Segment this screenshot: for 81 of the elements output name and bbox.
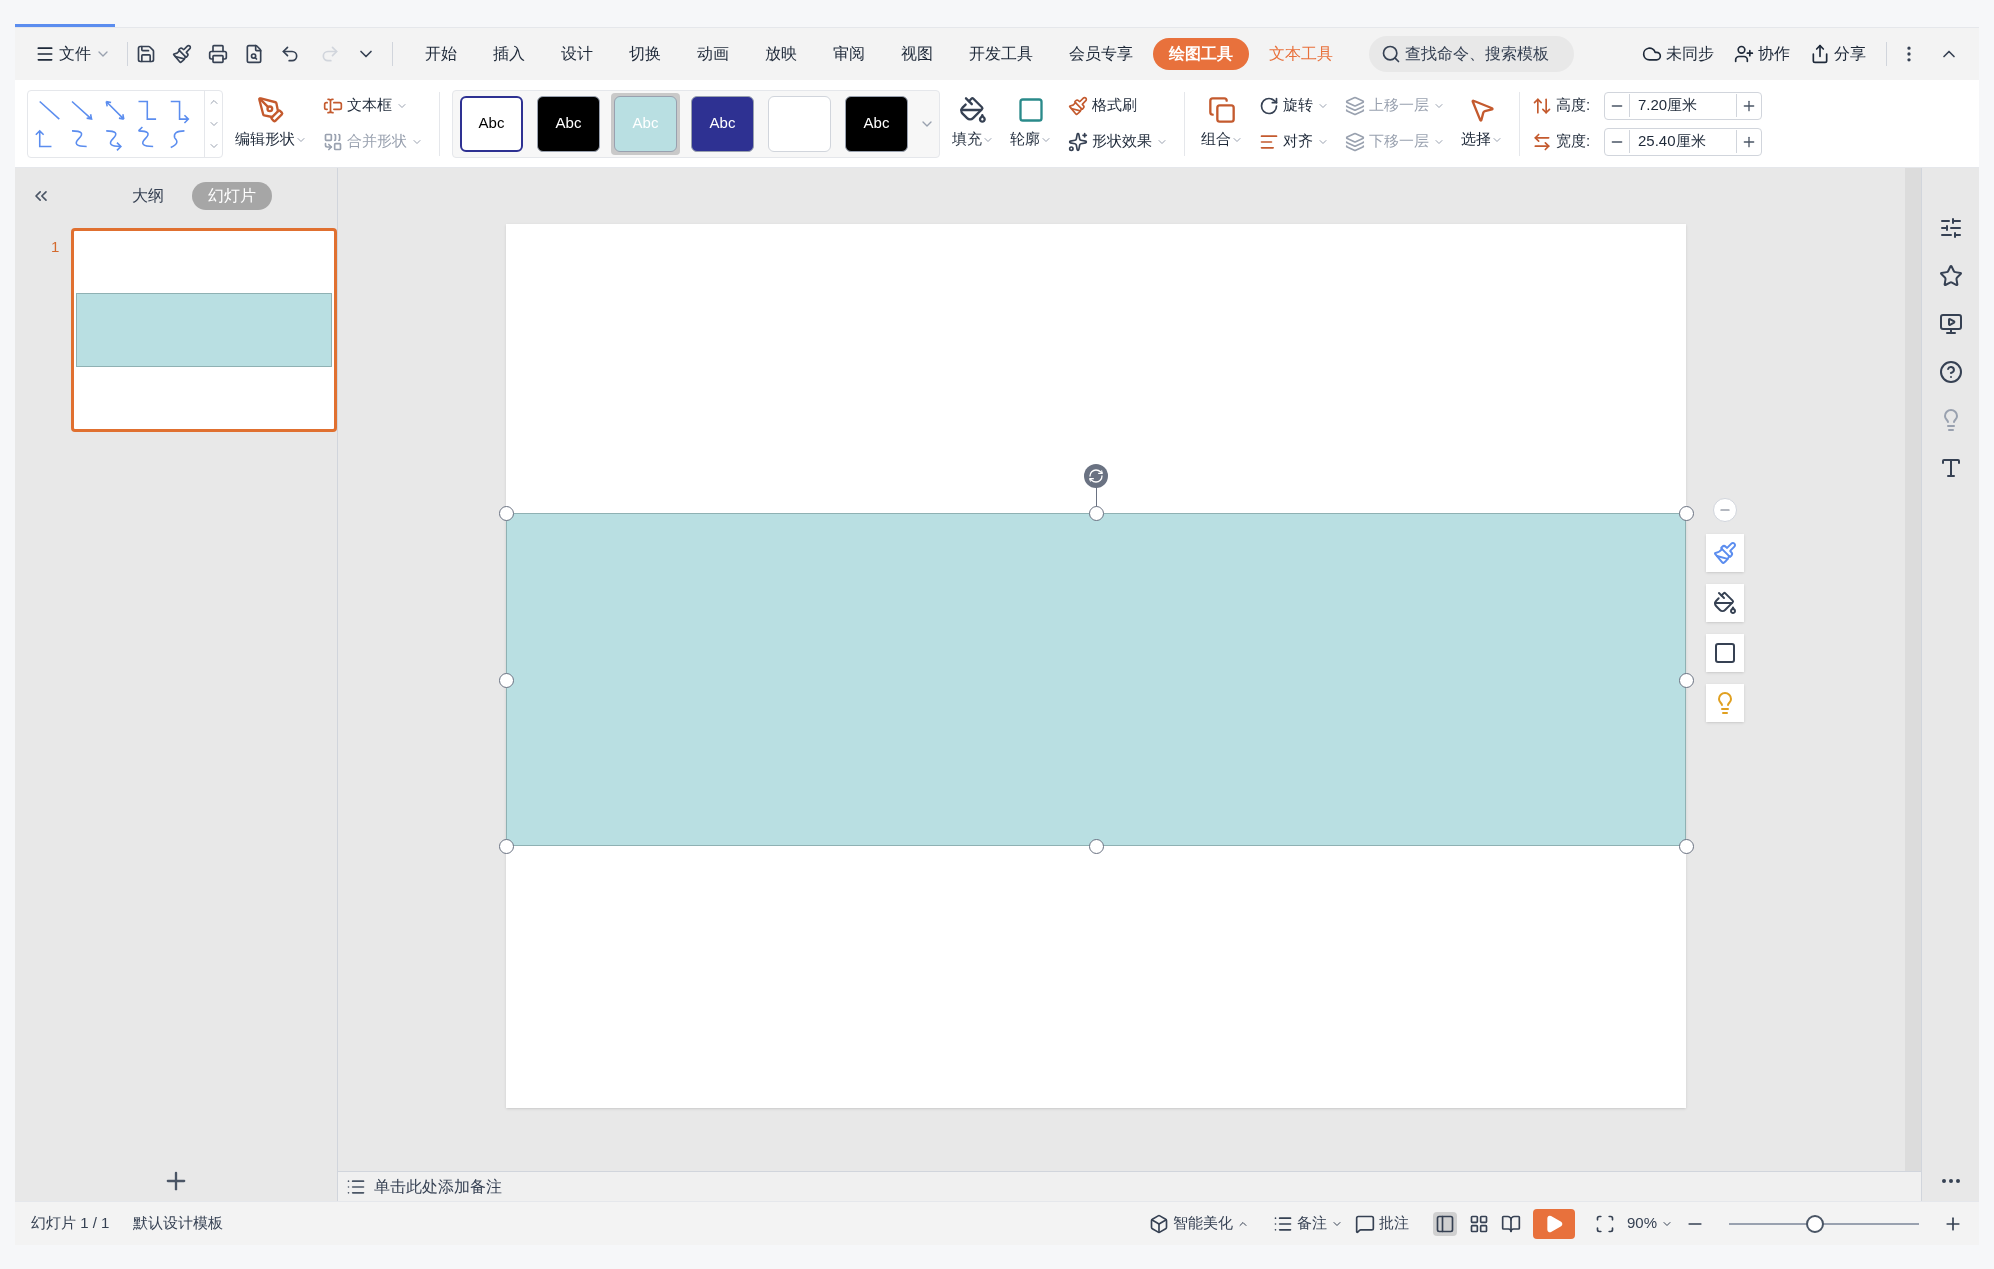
add-user-icon (1734, 44, 1754, 64)
slide-thumbnail[interactable] (71, 228, 337, 432)
style-brush-icon[interactable] (1713, 541, 1737, 565)
play-button[interactable] (1532, 1208, 1575, 1239)
ribbon-tab[interactable]: 视图 (885, 38, 949, 70)
fill-bucket-icon[interactable] (1713, 591, 1737, 615)
horizontal-arrows-icon (1532, 131, 1552, 152)
slide-number: 1 (51, 237, 60, 257)
size-label: 宽度: (1556, 131, 1592, 152)
comments-button[interactable]: 批注 (1354, 1212, 1409, 1235)
size-field[interactable]: 25.40厘米 (1604, 127, 1762, 156)
notes-prompt[interactable]: 单击此处添加备注 (374, 1174, 502, 1199)
pen-icon (257, 96, 285, 125)
layers-icon (1345, 131, 1365, 152)
sparkles-icon (1068, 131, 1088, 152)
preview-icon[interactable] (244, 44, 264, 64)
header-action[interactable]: 未同步 (1634, 42, 1722, 66)
settings-icon[interactable] (1938, 216, 1963, 240)
outline-square-icon[interactable] (1713, 641, 1737, 665)
fill-button[interactable]: 填充 (948, 96, 998, 151)
vertical-scrollbar[interactable] (1905, 168, 1921, 1171)
ribbon-tab[interactable]: 开始 (409, 38, 473, 70)
reading-view-icon[interactable] (1500, 1213, 1521, 1234)
merge-icon (323, 131, 343, 152)
comment-icon (1354, 1213, 1375, 1234)
ribbon-tab[interactable]: 插入 (477, 38, 541, 70)
shape-style-swatch[interactable]: Abc (691, 95, 754, 152)
star-icon[interactable] (1938, 264, 1963, 288)
shape-style-swatch[interactable]: Abc (537, 95, 600, 152)
undo-icon[interactable] (280, 44, 300, 64)
ribbon-tab[interactable]: 开发工具 (953, 38, 1049, 70)
grid-view-icon[interactable] (1468, 1213, 1489, 1234)
menu-icon (35, 44, 55, 64)
ribbon-tab[interactable]: 切换 (613, 38, 677, 70)
cube-icon (1148, 1213, 1169, 1234)
template-name[interactable]: 默认设计模板 (133, 1212, 224, 1235)
paint-bucket-icon (959, 96, 987, 125)
ribbon-tab[interactable]: 放映 (749, 38, 813, 70)
fit-icon[interactable] (1594, 1213, 1615, 1234)
ribbon-tab[interactable]: 动画 (681, 38, 745, 70)
search-icon (1381, 44, 1401, 64)
edit-shape-button[interactable]: 编辑形状 (231, 96, 311, 151)
share-icon (1810, 44, 1830, 64)
save-icon[interactable] (136, 44, 156, 64)
header-action[interactable]: 分享 (1802, 42, 1874, 66)
group-button[interactable]: 组合 (1197, 96, 1247, 151)
text-box-button[interactable]: 文本框 (319, 89, 427, 122)
rotate-button[interactable]: 旋转 (1255, 89, 1333, 122)
panel-tab[interactable]: 大纲 (116, 182, 180, 210)
file-menu[interactable]: 文件 (27, 36, 119, 72)
zoom-slider-thumb[interactable] (1805, 1214, 1824, 1233)
ribbon-tab[interactable]: 会员专享 (1053, 38, 1149, 70)
zoom-level[interactable]: 90% (1626, 1212, 1673, 1235)
cloud-icon (1642, 44, 1662, 64)
rotate-icon (1259, 95, 1279, 116)
screen-icon[interactable] (1938, 312, 1963, 336)
ribbon-tab[interactable]: 设计 (545, 38, 609, 70)
print-icon[interactable] (208, 44, 228, 64)
outline-button[interactable]: 轮廓 (1006, 96, 1056, 151)
format-painter-button[interactable]: 格式刷 (1064, 89, 1172, 122)
group-icon (1208, 96, 1236, 125)
size-field[interactable]: 7.20厘米 (1604, 91, 1762, 120)
align-button[interactable]: 对齐 (1255, 125, 1333, 158)
search-field[interactable]: 查找命令、搜索模板 (1369, 36, 1574, 72)
layers-icon (1345, 95, 1365, 116)
shape-style-swatch[interactable]: Abc (460, 95, 523, 152)
brush-icon[interactable] (172, 44, 192, 64)
brush-icon (1068, 95, 1088, 116)
size-label: 高度: (1556, 95, 1592, 116)
slide-counter: 幻灯片 1 / 1 (31, 1213, 110, 1234)
beautify-button[interactable]: 智能美化 (1148, 1212, 1249, 1235)
ribbon-tab[interactable]: 审阅 (817, 38, 881, 70)
select-button[interactable]: 选择 (1457, 96, 1507, 151)
normal-view-icon[interactable] (1432, 1211, 1457, 1236)
shape-style-swatch[interactable] (768, 95, 831, 152)
help-icon[interactable] (1938, 360, 1963, 384)
square-icon (1017, 96, 1045, 125)
shape-style-swatch[interactable]: Abc (845, 95, 908, 152)
header-action[interactable]: 协作 (1726, 42, 1798, 66)
notes-button[interactable]: 备注 (1272, 1212, 1343, 1235)
shape-effects-button[interactable]: 形状效果 (1064, 125, 1172, 158)
